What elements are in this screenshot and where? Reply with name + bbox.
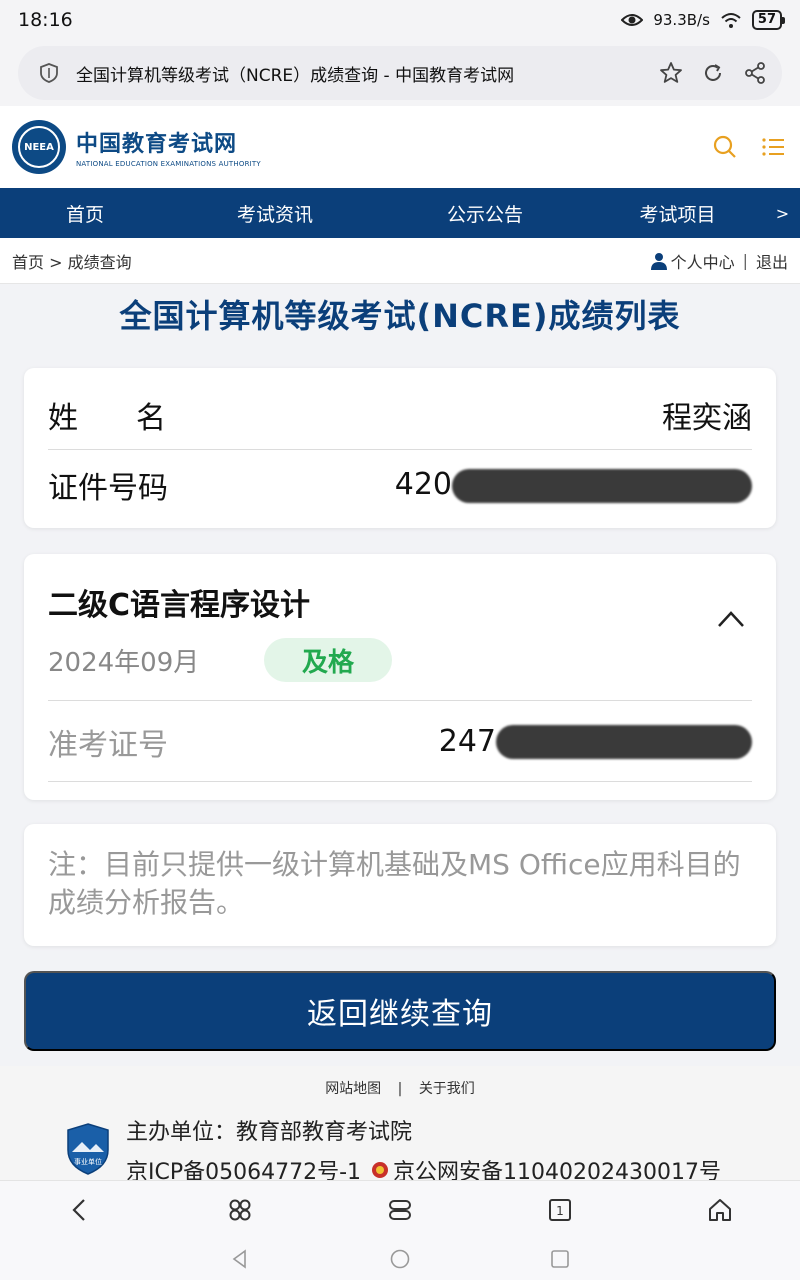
- logo-mark: NEEA: [18, 126, 60, 168]
- user-links-sep: |: [742, 251, 748, 270]
- id-label: 证件号码: [48, 471, 168, 506]
- back-to-query-button[interactable]: 返回继续查询: [24, 971, 776, 1051]
- breadcrumb-sep: >: [49, 252, 63, 272]
- net-speed: 93.3B/s: [653, 11, 710, 29]
- page-title-wrap: 全国计算机等级考试(NCRE)成绩列表: [0, 284, 800, 344]
- site-footer: 网站地图 | 关于我们 事业单位 主办单位：教育部教育考试院 京ICP备0506…: [0, 1066, 800, 1185]
- id-value: 420: [395, 467, 752, 503]
- ticket-row: 准考证号 247: [48, 702, 752, 782]
- institution-badge-icon[interactable]: 事业单位: [66, 1122, 110, 1176]
- svg-text:1: 1: [556, 1204, 564, 1218]
- refresh-icon[interactable]: [700, 60, 726, 86]
- logo-chinese: 中国教育考试网: [76, 132, 238, 157]
- eye-icon: [621, 14, 644, 26]
- apps-icon[interactable]: [226, 1196, 254, 1224]
- note-text: 注：目前只提供一级计算机基础及MS Office应用科目的成绩分析报告。: [48, 848, 741, 919]
- footer-links-sep: |: [397, 1081, 403, 1097]
- browser-bottom-bar: 1: [0, 1180, 800, 1238]
- page-title: 全国计算机等级考试(NCRE)成绩列表: [119, 297, 681, 335]
- menu-icon[interactable]: [760, 134, 786, 160]
- logo-english: NATIONAL EDUCATION EXAMINATIONS AUTHORIT…: [76, 160, 261, 168]
- exam-result-card[interactable]: 二级C语言程序设计 2024年09月 及格 准考证号 247: [24, 554, 776, 800]
- star-icon[interactable]: [658, 60, 684, 86]
- search-icon[interactable]: [712, 134, 738, 160]
- host-unit: 主办单位：教育部教育考试院: [126, 1120, 413, 1145]
- result-badge: 及格: [264, 638, 392, 682]
- share-icon[interactable]: [742, 60, 768, 86]
- nav-item-home[interactable]: 首页: [0, 200, 170, 227]
- breadcrumb: 首页 > 成绩查询: [12, 249, 132, 273]
- id-redaction: [452, 468, 752, 503]
- id-row: 证件号码 420: [48, 450, 752, 520]
- person-info-card: 姓名 程奕涵 证件号码 420: [24, 368, 776, 528]
- user-icon: [650, 252, 667, 270]
- site-header: NEEA 中国教育考试网 NATIONAL EDUCATION EXAMINAT…: [0, 106, 800, 188]
- name-row: 姓名 程奕涵: [48, 380, 752, 450]
- ticket-value: 247: [439, 724, 752, 760]
- id-prefix: 420: [394, 467, 452, 503]
- personal-center-link[interactable]: 个人中心: [671, 249, 735, 273]
- exam-divider: [48, 700, 752, 701]
- sitemap-link[interactable]: 网站地图: [325, 1081, 381, 1097]
- back-arrow-icon[interactable]: [66, 1196, 94, 1224]
- breadcrumb-row: 首页 > 成绩查询 个人中心 | 退出: [0, 238, 800, 284]
- main-nav: 首页 考试资讯 公示公告 考试项目 >: [0, 188, 800, 238]
- name-label: 姓名: [48, 400, 224, 436]
- breadcrumb-home[interactable]: 首页: [12, 253, 44, 272]
- nav-item-exams[interactable]: 考试项目: [590, 200, 765, 227]
- home-icon[interactable]: [706, 1196, 734, 1224]
- ticket-prefix: 247: [438, 723, 496, 759]
- system-home-icon[interactable]: [389, 1248, 411, 1270]
- wifi-icon: [721, 13, 741, 28]
- logo-text: 中国教育考试网 NATIONAL EDUCATION EXAMINATIONS …: [76, 126, 261, 168]
- exam-date: 2024年09月: [48, 648, 200, 678]
- about-link[interactable]: 关于我们: [419, 1081, 475, 1097]
- battery-indicator: 57: [751, 10, 786, 30]
- breadcrumb-current: 成绩查询: [67, 252, 132, 272]
- ticket-label: 准考证号: [48, 727, 168, 763]
- user-links: 个人中心 | 退出: [650, 249, 788, 273]
- nav-more-arrow[interactable]: >: [765, 204, 800, 223]
- address-bar[interactable]: 全国计算机等级考试（NCRE）成绩查询 - 中国教育考试网: [18, 46, 782, 100]
- status-bar: 18:16 93.3B/s 57: [0, 0, 800, 40]
- ticket-redaction: [496, 725, 752, 760]
- neea-logo[interactable]: NEEA: [12, 120, 66, 174]
- status-indicators: 93.3B/s 57: [621, 10, 786, 30]
- nav-item-news[interactable]: 考试资讯: [170, 200, 380, 227]
- system-nav-bar: [0, 1238, 800, 1280]
- tabs-icon[interactable]: 1: [546, 1196, 574, 1224]
- note-card: 注：目前只提供一级计算机基础及MS Office应用科目的成绩分析报告。: [24, 824, 776, 946]
- badge-text: 事业单位: [74, 1157, 102, 1166]
- system-back-icon[interactable]: [229, 1248, 251, 1270]
- footer-links: 网站地图 | 关于我们: [0, 1078, 800, 1098]
- shield-icon: [40, 63, 58, 83]
- chevron-up-icon[interactable]: [716, 608, 746, 630]
- system-recents-icon[interactable]: [549, 1248, 571, 1270]
- exam-subject: 二级C语言程序设计: [48, 588, 311, 623]
- menu-stack-icon[interactable]: [386, 1196, 414, 1224]
- browser-toolbar: 全国计算机等级考试（NCRE）成绩查询 - 中国教育考试网: [0, 40, 800, 106]
- name-value: 程奕涵: [662, 400, 752, 436]
- nav-item-announcements[interactable]: 公示公告: [380, 200, 590, 227]
- status-time: 18:16: [18, 9, 73, 31]
- police-emblem-icon: [372, 1162, 389, 1178]
- page-tab-title: 全国计算机等级考试（NCRE）成绩查询 - 中国教育考试网: [76, 65, 515, 86]
- logout-link[interactable]: 退出: [756, 249, 788, 273]
